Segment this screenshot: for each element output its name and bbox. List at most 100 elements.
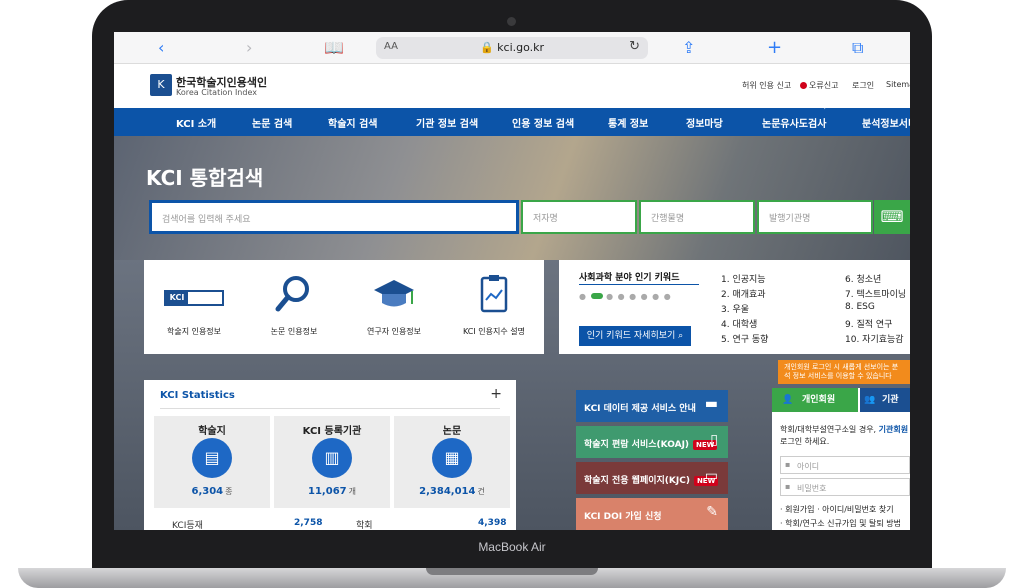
url-text: 🔒 kci.go.kr [376,41,648,54]
login-links[interactable]: · 회원가입 · 아이디/비밀번호 찾기 [780,504,894,515]
graduation-cap-icon [374,280,414,307]
stat-label: 논문 [442,426,462,437]
nav-journal-search[interactable]: 학술지 검색 [328,115,377,130]
kci-badge-icon: KCI [164,290,224,306]
site-header: K 한국학술지인용색인 Korea Citation Index 허위 인용 신… [114,64,910,108]
address-bar[interactable]: AA 🔒 kci.go.kr ↻ [376,37,648,59]
hero-search: KCI 통합검색 검색어를 입력해 주세요 저자명 간행물명 발행기관명 ⌨ [114,136,910,260]
camera-icon [507,17,516,26]
nav-citation-search[interactable]: 인용 정보 검색 [512,115,574,130]
stat-value: 11,067 개 [274,486,390,497]
keyword-item[interactable]: 2. 매개효과 [721,287,766,300]
new-tab-icon[interactable]: + [767,38,782,58]
kci-logo-icon[interactable]: K [150,74,172,96]
tab-organization[interactable]: 👥 기관 [860,388,910,412]
stats-divider [160,408,500,409]
login-links[interactable]: · 학회/연구소 신규가입 및 탈퇴 방법 [780,518,901,529]
keyboard-icon[interactable]: ⌨ [874,200,910,234]
stat-number: 2,384,014 [419,486,476,497]
keywords-title: 사회과학 분야 인기 키워드 [579,273,680,283]
stats-more-button[interactable]: + [490,386,502,402]
service-label: 학술지 전용 웹페이지(KJC) NEW [584,473,719,486]
url-value: kci.go.kr [497,41,545,54]
stat-articles[interactable]: 논문 ▦ 2,384,014 건 [394,416,510,508]
keywords-detail-button[interactable]: 인기 키워드 자세히보기 ⌕ [579,326,691,346]
author-placeholder: 저자명 [533,214,558,224]
logo-english[interactable]: Korea Citation Index [176,88,257,97]
nav-info[interactable]: 정보마당 [686,115,723,130]
password-input[interactable]: ▪ 비밀번호 [780,478,910,496]
screen: ‹ › 📖 AA 🔒 kci.go.kr ↻ ⇪ + ⧉ K 한국학술지인용색인… [114,32,910,530]
false-citation-link[interactable]: 허위 인용 신고 [742,80,791,91]
alert-icon [800,82,807,89]
stat-row-value: 2,758 [294,518,323,528]
service-koaj[interactable]: 학술지 편람 서비스(KOAJ) NEW ▯ [576,426,728,458]
service-kjc[interactable]: 학술지 전용 웹페이지(KJC) NEW ▭ [576,462,728,494]
keyword-item[interactable]: 9. 질적 연구 [845,317,892,330]
keyword-item[interactable]: 5. 연구 동향 [721,332,768,345]
bookmarks-icon[interactable]: 📖 [324,38,344,58]
keyword-item[interactable]: 1. 인공지능 [721,272,766,285]
author-input[interactable]: 저자명 [521,200,637,234]
keyword-item[interactable]: 7. 텍스트마이닝 [845,287,906,300]
quick-links: KCI 학술지 인용정보 논문 인용정보 연구자 인용정보 KCI 인용지수 설… [144,260,544,354]
service-label: 학술지 편람 서비스(KOAJ) NEW [584,437,718,450]
quick-label: 학술지 인용정보 [166,327,222,336]
keyword-item[interactable]: 3. 우울 [721,302,749,315]
share-icon[interactable]: ⇪ [682,38,695,58]
tab-org-label: 기관 [882,395,899,405]
nav-statistics[interactable]: 통계 정보 [608,115,648,130]
id-input[interactable]: ▪ 아이디 [780,456,910,474]
nav-analysis[interactable]: 분석정보서비 [862,115,910,130]
stat-number: 6,304 [191,486,224,497]
service-label-text: 학술지 전용 웹페이지(KJC) [584,476,690,486]
nav-kci-intro[interactable]: KCI 소개 [176,115,216,130]
quick-researcher-citation[interactable]: 연구자 인용정보 [344,260,444,354]
lock-icon: 🔒 [479,41,494,54]
stat-label: KCI 등록기관 [302,426,362,437]
device-label: MacBook Air [478,540,546,554]
note-text: 로그인 하세요. [780,437,830,446]
keyword-item[interactable]: 6. 청소년 [845,272,881,285]
keyword-item[interactable]: 4. 대학생 [721,317,757,330]
nav-institution-search[interactable]: 기관 정보 검색 [416,115,478,130]
service-data-provision[interactable]: KCI 데이터 제공 서비스 안내 ▬ [576,390,728,422]
quick-kci-index[interactable]: KCI 인용지수 설명 [444,260,544,354]
quick-label: KCI 인용지수 설명 [463,327,525,336]
tab-personal[interactable]: 👤 개인회원 [772,388,858,412]
stat-institutions[interactable]: KCI 등록기관 ▥ 11,067 개 [274,416,390,508]
stat-number: 11,067 [308,486,347,497]
kci-statistics: KCI Statistics + 학술지 ▤ 6,304 종 KCI 등록기관 ▥… [144,380,516,530]
stat-journals[interactable]: 학술지 ▤ 6,304 종 [154,416,270,508]
org-login-link[interactable]: 기관회원 [879,425,908,434]
quick-article-citation[interactable]: 논문 인용정보 [244,260,344,354]
keyword-item[interactable]: 8. ESG [845,302,875,312]
sitemap-link[interactable]: Sitemap [886,80,910,89]
tabs-icon[interactable]: ⧉ [852,38,863,58]
search-input[interactable]: 검색어를 입력해 주세요 [149,200,519,234]
tab-personal-label: 개인회원 [802,395,836,405]
stat-unit: 건 [477,487,485,496]
keyword-item[interactable]: 10. 자기효능감 [845,332,904,345]
forward-icon[interactable]: › [246,38,252,58]
back-icon[interactable]: ‹ [158,38,164,58]
books-icon: ▤ [192,438,232,478]
page-icon: ▯ [710,432,718,448]
keywords-underline [579,284,699,285]
pager-active-dot[interactable] [590,293,603,299]
building-icon: ▥ [312,438,352,478]
magnifier-icon [275,276,309,312]
keywords-pager[interactable]: ● ● ● ● ● ● ● [579,292,672,301]
quick-journal-citation[interactable]: KCI 학술지 인용정보 [144,260,244,354]
service-doi[interactable]: KCI DOI 가입 신청 ✎ [576,498,728,530]
nav-article-search[interactable]: 논문 검색 [252,115,292,130]
nav-similarity-check[interactable]: 논문유사도검사 [762,115,826,130]
error-report-link[interactable]: 오류신고 [800,80,838,91]
journal-input[interactable]: 간행물명 [639,200,755,234]
publisher-input[interactable]: 발행기관명 [757,200,873,234]
stat-row-key: 학회 [356,521,373,530]
reload-icon[interactable]: ↻ [629,39,640,54]
stat-value: 2,384,014 건 [394,486,510,497]
login-link[interactable]: 로그인 [852,80,874,91]
nav-search-icon[interactable]: ⌕ [824,101,830,112]
